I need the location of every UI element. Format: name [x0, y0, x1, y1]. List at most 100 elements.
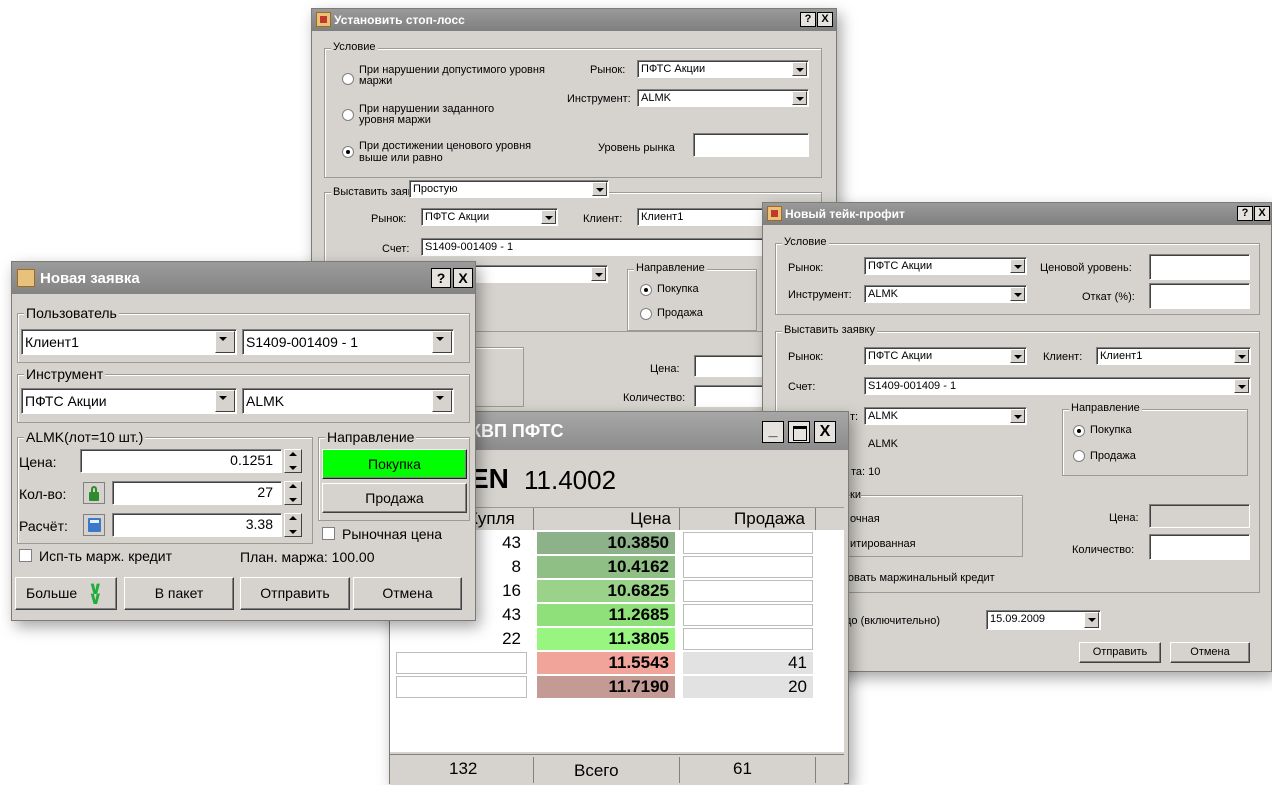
footer-divider	[679, 757, 680, 783]
cancel-button[interactable]: Отмена	[353, 577, 462, 610]
client-select[interactable]: Клиент1	[21, 329, 237, 355]
price-input[interactable]: 0.1251	[80, 449, 282, 473]
order-type-select[interactable]: Простую	[409, 180, 609, 198]
close-button[interactable]: X	[817, 12, 833, 27]
qty-input[interactable]	[1149, 534, 1250, 560]
chevron-down-icon[interactable]	[592, 182, 607, 196]
rollback-label: Откат (%):	[1082, 291, 1135, 303]
radio-buy[interactable]	[640, 284, 652, 296]
radio-sell[interactable]	[640, 308, 652, 320]
chevron-down-icon[interactable]	[792, 62, 807, 76]
chevron-down-icon[interactable]	[1010, 409, 1025, 423]
rollback-input[interactable]	[1149, 283, 1250, 309]
cancel-button[interactable]: Отмена	[1170, 642, 1250, 663]
price-input[interactable]	[1149, 504, 1250, 528]
date-select[interactable]: 15.09.2009	[986, 610, 1101, 630]
calculator-icon[interactable]	[83, 514, 105, 536]
sell-label: Продажа	[657, 307, 703, 319]
market2-label: Рынок:	[371, 213, 407, 225]
qty-label: Количество:	[623, 392, 686, 404]
market2-select[interactable]: ПФТС Акции	[421, 208, 558, 226]
chevron-down-icon[interactable]	[1010, 259, 1025, 273]
market2-select[interactable]: ПФТС Акции	[864, 347, 1027, 365]
quote-row[interactable]: 22 11.3805	[390, 628, 815, 650]
footer-divider	[533, 757, 534, 783]
quote-sell-cell	[683, 628, 813, 650]
chevron-down-icon[interactable]	[215, 390, 235, 412]
buy-label: Покупка	[657, 283, 699, 295]
chevron-down-icon[interactable]	[215, 331, 235, 353]
send-button[interactable]: Отправить	[1079, 642, 1161, 663]
quote-sell-cell	[683, 604, 813, 626]
send-button[interactable]: Отправить	[240, 577, 350, 610]
radio-margin-allowed[interactable]	[342, 73, 354, 85]
group-title: Инструмент	[24, 366, 106, 382]
header-sell[interactable]: Продажа	[679, 508, 816, 530]
help-button[interactable]: ?	[1237, 206, 1253, 221]
chevron-down-icon[interactable]	[1010, 287, 1025, 301]
group-title: Направление	[634, 262, 707, 274]
price-spinner[interactable]	[284, 449, 302, 473]
minimize-button[interactable]: _	[762, 421, 784, 443]
lock-icon[interactable]	[83, 482, 105, 504]
price-level-input[interactable]	[1149, 254, 1250, 280]
chevron-down-icon[interactable]	[792, 91, 807, 105]
maximize-button[interactable]	[788, 421, 810, 443]
account-select[interactable]: S1409-001409 - 1	[864, 377, 1251, 395]
order-titlebar[interactable]: Новая заявка ? X	[12, 262, 475, 294]
radio-price-level[interactable]	[342, 146, 354, 158]
calc-spinner[interactable]	[284, 513, 302, 537]
account-select[interactable]: S1409-001409 - 1	[242, 329, 454, 355]
type-group-title: ки	[850, 489, 861, 501]
chevron-down-icon[interactable]	[432, 390, 452, 412]
client-select[interactable]: Клиент1	[1096, 347, 1251, 365]
qty-input[interactable]: 27	[112, 481, 282, 505]
buy-button[interactable]: Покупка	[322, 449, 467, 479]
stoploss-titlebar[interactable]: Установить стоп-лосс ? X	[312, 9, 836, 31]
quote-row[interactable]: 11.7190 20	[390, 676, 815, 698]
instrument-select[interactable]: ALMK	[864, 285, 1027, 303]
total-buy: 132	[449, 759, 478, 778]
qty-spinner[interactable]	[284, 481, 302, 505]
takeprofit-titlebar[interactable]: Новый тейк-профит ? X	[763, 203, 1271, 225]
instr2-select[interactable]	[462, 265, 608, 283]
margin-credit-checkbox[interactable]	[19, 549, 32, 562]
market-price-checkbox[interactable]	[322, 527, 335, 540]
chevron-down-icon[interactable]	[1010, 349, 1025, 363]
help-button[interactable]: ?	[431, 268, 451, 288]
calc-input[interactable]: 3.38	[112, 513, 282, 537]
stoploss-title: Установить стоп-лосс	[334, 13, 465, 27]
radio-margin-set[interactable]	[342, 109, 354, 121]
instr2-text: ALMK	[868, 438, 898, 450]
radio-buy[interactable]	[1073, 425, 1085, 437]
chevron-down-icon[interactable]	[591, 267, 606, 281]
account-label: Счет:	[382, 243, 410, 255]
close-button[interactable]: X	[814, 421, 836, 443]
header-price[interactable]: Цена	[533, 508, 680, 530]
instrument-select[interactable]: ALMK	[242, 388, 454, 414]
instr2-select[interactable]: ALMK	[864, 407, 1027, 425]
takeprofit-title: Новый тейк-профит	[785, 207, 905, 221]
market-level-input[interactable]	[693, 133, 809, 157]
quote-row[interactable]: 11.5543 41	[390, 652, 815, 674]
chevron-down-icon[interactable]	[432, 331, 452, 353]
to-package-button[interactable]: В пакет	[124, 577, 234, 610]
account-select[interactable]: S1409-001409 - 1	[421, 238, 771, 256]
market-select[interactable]: ПФТС Акции	[864, 257, 1027, 275]
quote-price-cell: 11.2685	[537, 604, 675, 626]
help-button[interactable]: ?	[800, 12, 816, 27]
market-select[interactable]: ПФТС Акции	[21, 388, 237, 414]
chevron-down-icon[interactable]	[1234, 379, 1249, 393]
instrument-select[interactable]: ALMK	[637, 89, 809, 107]
chevron-down-icon[interactable]	[541, 210, 556, 224]
chevron-down-icon[interactable]	[1234, 349, 1249, 363]
close-button[interactable]: X	[1254, 206, 1270, 221]
market-select[interactable]: ПФТС Акции	[637, 60, 809, 78]
total-label: Всего	[574, 761, 619, 780]
radio-sell[interactable]	[1073, 450, 1085, 462]
sell-button[interactable]: Продажа	[322, 483, 467, 513]
close-button[interactable]: X	[453, 268, 473, 288]
radio-price-level-label: При достижении ценового уровня выше или …	[359, 140, 532, 164]
more-button[interactable]: Больше ∨ ∨	[15, 577, 117, 610]
chevron-down-icon[interactable]	[1084, 612, 1099, 628]
